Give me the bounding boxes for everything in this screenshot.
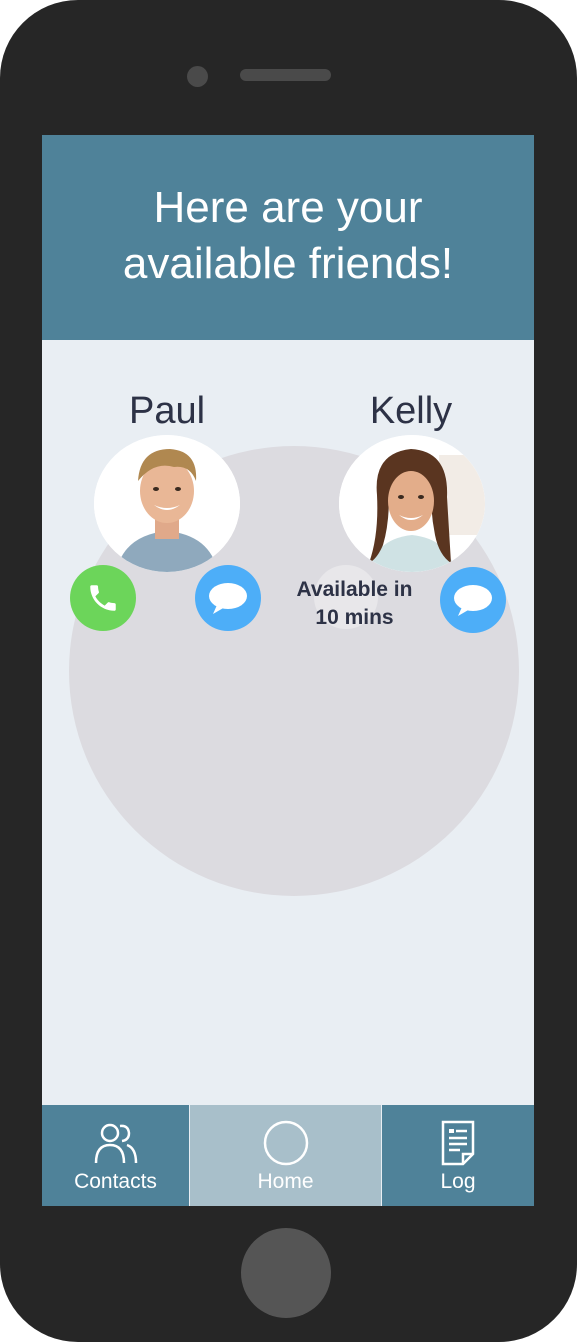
tab-contacts-label: Contacts bbox=[74, 1170, 157, 1193]
contact-name-kelly: Kelly bbox=[369, 390, 453, 432]
avatar-kelly[interactable] bbox=[339, 435, 485, 572]
call-paul-button[interactable] bbox=[70, 565, 136, 631]
contact-name-paul: Paul bbox=[128, 390, 206, 432]
contacts-icon bbox=[93, 1120, 139, 1166]
chat-bubble-icon bbox=[209, 583, 247, 614]
camera-dot bbox=[187, 66, 208, 87]
hardware-home-button[interactable] bbox=[241, 1228, 331, 1318]
app-screen: Here are your available friends! Paul Ke… bbox=[42, 135, 534, 1206]
chat-bubble-icon bbox=[454, 585, 492, 616]
message-paul-button[interactable] bbox=[195, 565, 261, 631]
phone-icon bbox=[90, 585, 116, 611]
phone-frame: Here are your available friends! Paul Ke… bbox=[0, 0, 577, 1342]
message-kelly-button[interactable] bbox=[440, 567, 506, 633]
home-circle-icon bbox=[262, 1120, 310, 1166]
tab-log-label: Log bbox=[440, 1170, 476, 1193]
tab-home-label: Home bbox=[257, 1170, 314, 1193]
header: Here are your available friends! bbox=[42, 135, 534, 340]
bottom-tab-bar: Contacts Home Log bbox=[42, 1105, 534, 1206]
kelly-availability-status: Available in 10 mins bbox=[296, 578, 413, 629]
log-document-icon bbox=[440, 1120, 476, 1166]
page-title: Here are your available friends! bbox=[122, 182, 454, 288]
tab-contacts[interactable]: Contacts bbox=[42, 1105, 189, 1206]
speaker-grille bbox=[240, 69, 331, 81]
tab-home[interactable]: Home bbox=[190, 1105, 381, 1206]
avatar-paul[interactable] bbox=[94, 435, 240, 572]
tab-log[interactable]: Log bbox=[382, 1105, 534, 1206]
